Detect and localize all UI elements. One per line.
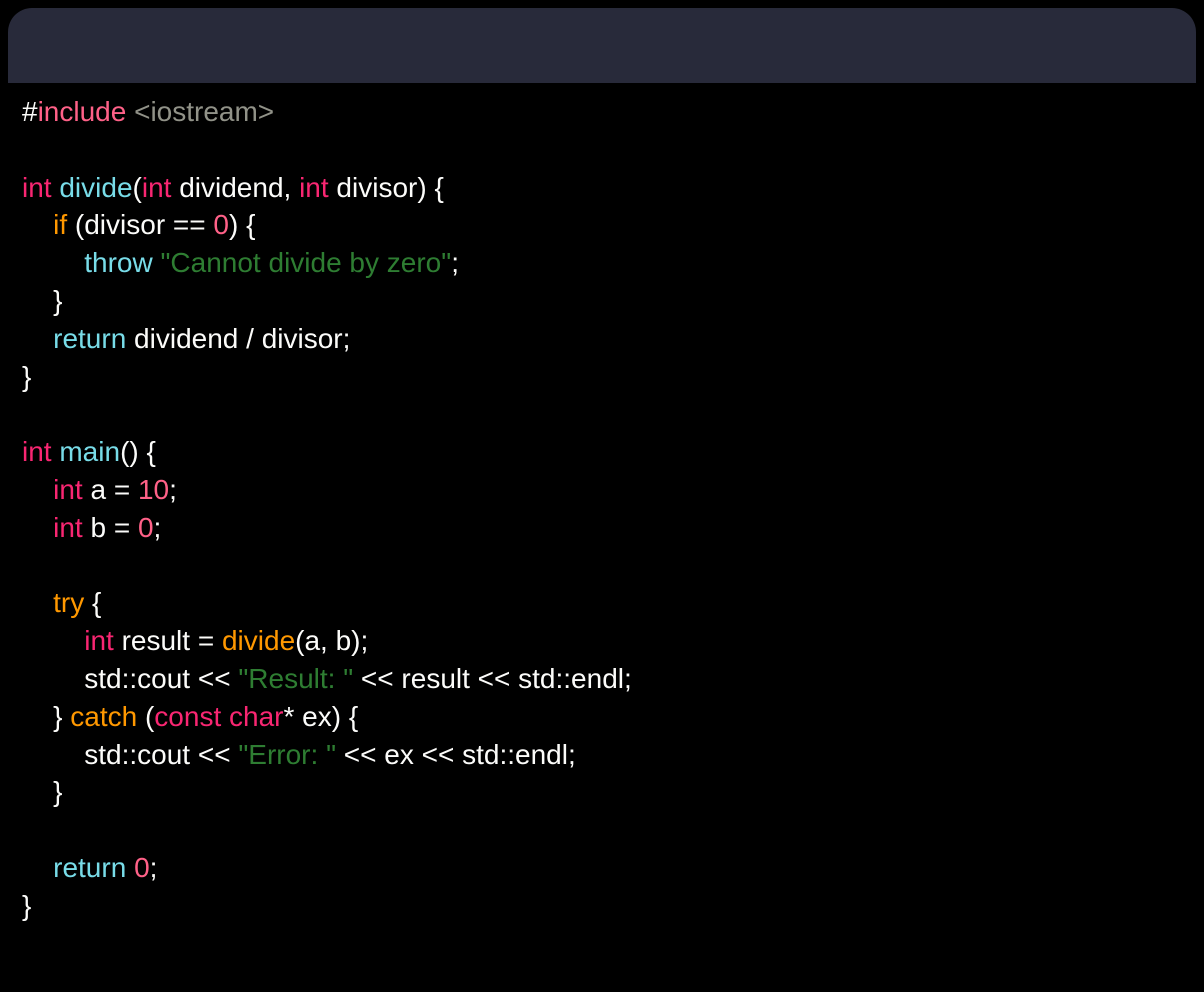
code-line: std::cout << "Error: " << ex << std::end… xyxy=(22,739,576,770)
code-line: int a = 10; xyxy=(22,474,177,505)
code-line: } xyxy=(22,285,62,316)
code-content: #include <iostream> int divide(int divid… xyxy=(8,83,1196,935)
code-line: } xyxy=(22,890,31,921)
code-line: throw "Cannot divide by zero"; xyxy=(22,247,459,278)
code-line: int b = 0; xyxy=(22,512,161,543)
code-line: } catch (const char* ex) { xyxy=(22,701,358,732)
code-block-container: #include <iostream> int divide(int divid… xyxy=(8,8,1196,976)
code-line: std::cout << "Result: " << result << std… xyxy=(22,663,632,694)
code-line: } xyxy=(22,361,31,392)
code-line: int main() { xyxy=(22,436,156,467)
code-line: int divide(int dividend, int divisor) { xyxy=(22,172,444,203)
code-line: try { xyxy=(22,587,101,618)
code-header-bar xyxy=(8,8,1196,83)
code-line: return 0; xyxy=(22,852,157,883)
code-line: return dividend / divisor; xyxy=(22,323,350,354)
code-line: int result = divide(a, b); xyxy=(22,625,368,656)
code-line: #include <iostream> xyxy=(22,96,274,127)
code-line: if (divisor == 0) { xyxy=(22,209,255,240)
code-line: } xyxy=(22,776,62,807)
